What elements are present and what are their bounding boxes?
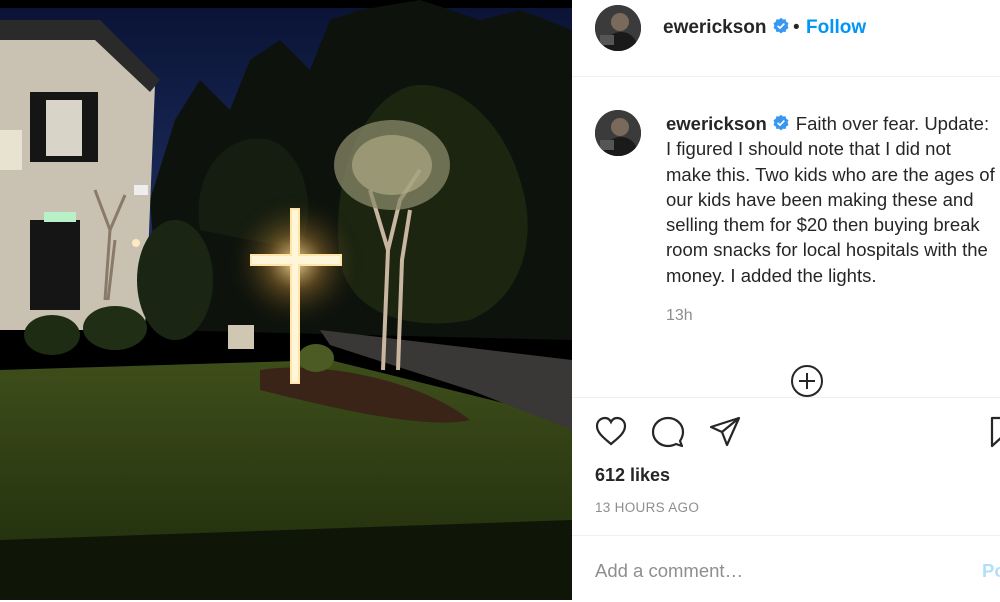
caption-text: Faith over fear. Update: I figured I sho… xyxy=(666,113,995,286)
post-actions: 612 likes 13 HOURS AGO Post xyxy=(572,397,1000,601)
post-comment-button[interactable]: Post xyxy=(982,560,1000,582)
post-photo[interactable] xyxy=(0,0,572,600)
separator-dot: • xyxy=(793,17,800,38)
paper-plane-icon[interactable] xyxy=(708,415,742,449)
comment-input[interactable] xyxy=(595,560,945,582)
post-timestamp[interactable]: 13 HOURS AGO xyxy=(595,500,699,515)
comment-bar: Post xyxy=(572,535,1000,602)
follow-button[interactable]: Follow xyxy=(806,17,866,39)
post-side-panel: ewerickson • Follow ewerickson Faith over… xyxy=(572,0,1000,600)
verified-badge-icon xyxy=(773,114,789,131)
night-yard-cross-photo xyxy=(0,0,572,600)
caption-time[interactable]: 13h xyxy=(666,307,693,325)
caption-username[interactable]: ewerickson xyxy=(666,113,767,134)
header-username[interactable]: ewerickson xyxy=(663,17,790,39)
caption-avatar[interactable] xyxy=(595,110,641,156)
post-header: ewerickson • Follow xyxy=(572,0,1000,77)
comment-icon[interactable] xyxy=(651,415,685,449)
likes-count[interactable]: 612 likes xyxy=(595,465,670,486)
verified-badge-icon xyxy=(773,17,788,34)
bookmark-icon[interactable] xyxy=(986,415,1000,449)
post-caption: ewerickson Faith over fear. Update: I fig… xyxy=(666,111,996,288)
caption-area: ewerickson Faith over fear. Update: I fig… xyxy=(572,77,1000,397)
avatar[interactable] xyxy=(595,5,641,51)
heart-icon[interactable] xyxy=(594,415,628,449)
load-more-comments-icon[interactable] xyxy=(790,364,824,398)
